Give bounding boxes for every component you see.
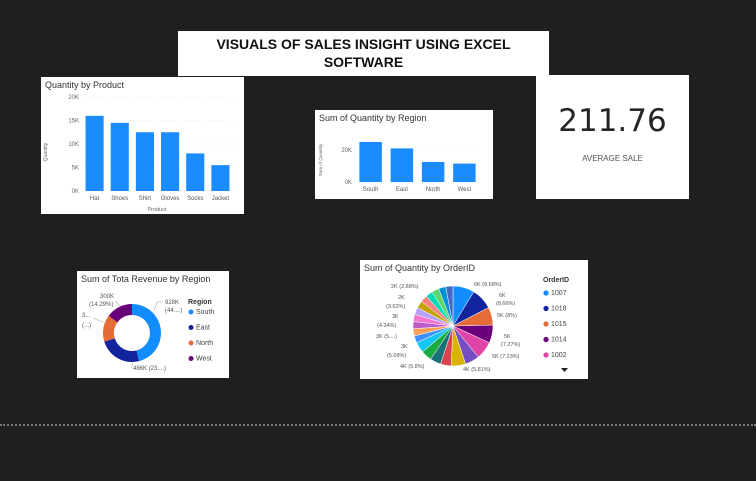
page-title: VISUALS OF SALES INSIGHT USING EXCEL SOF… <box>178 31 549 71</box>
bar-south[interactable] <box>359 142 382 182</box>
legend-item-1002[interactable]: 1002 <box>551 352 567 359</box>
data-label: 6K (8.68%) <box>474 282 502 288</box>
data-label: (44....) <box>165 308 182 314</box>
legend-item-east[interactable]: East <box>196 325 210 332</box>
revenue-by-region-card[interactable]: Sum of Tota Revenue by Region 928K (44..… <box>77 271 229 378</box>
x-tick-label: Shoes <box>111 196 128 202</box>
kpi-label: AVERAGE SALE <box>582 154 643 163</box>
legend-title: Region <box>188 299 212 306</box>
quantity-by-region-chart[interactable]: Sum of Quantity 0K 20K South East North West <box>315 110 493 199</box>
data-label: 2K <box>398 295 405 301</box>
legend-item-1018[interactable]: 1018 <box>551 306 567 313</box>
quantity-by-product-card[interactable]: Quantity by Product Quantity Product 0K 5… <box>41 77 244 214</box>
legend-item-south[interactable]: South <box>196 309 214 316</box>
y-tick-label: 0K <box>72 189 79 195</box>
x-tick-label: Socks <box>187 196 203 202</box>
data-label: (8.66%) <box>496 301 515 307</box>
legend-marker <box>543 336 549 343</box>
quantity-by-product-chart[interactable]: Quantity Product 0K 5K 10K 15K 20K Hat Shoes Sh… <box>41 77 244 214</box>
data-label: (5.09%) <box>387 353 406 359</box>
y-tick-label: 0K <box>345 180 352 186</box>
data-label: 5K <box>504 334 511 340</box>
data-label: 4K (5.8%) <box>400 364 425 370</box>
legend-marker <box>543 290 549 296</box>
bar-socks[interactable] <box>186 153 205 191</box>
legend-marker <box>543 305 549 312</box>
data-label: (14.29%) <box>89 302 113 308</box>
data-label: 3K (5....) <box>376 334 397 340</box>
bar-west[interactable] <box>453 163 476 182</box>
data-label: 928K <box>165 300 179 306</box>
leader-line <box>153 301 163 312</box>
bar-shoes[interactable] <box>110 122 129 191</box>
y-axis-label: Sum of Quantity <box>318 143 323 176</box>
quantity-by-orderid-chart[interactable]: 6K (8.68%) 6K (8.66%) 5K (8%) 5K (7.27%)… <box>360 260 588 379</box>
legend-item-west[interactable]: West <box>196 356 212 363</box>
y-tick-label: 5K <box>72 166 79 172</box>
x-tick-label: North <box>426 187 441 193</box>
data-label: 486K (23....) <box>133 366 166 372</box>
data-label: (3.62%) <box>386 304 405 310</box>
bar-jacket[interactable] <box>211 165 230 191</box>
data-label: 3... <box>82 313 91 319</box>
y-tick-label: 20K <box>341 148 352 154</box>
data-label: (7.27%) <box>501 342 520 348</box>
y-tick-label: 20K <box>68 95 79 101</box>
data-label: 4K (5.81%) <box>463 367 491 373</box>
data-label: 6K <box>499 293 506 299</box>
data-label: 3K <box>392 314 399 320</box>
x-tick-label: West <box>458 187 472 193</box>
kpi-value: 211.76 <box>558 103 667 139</box>
legend-item-1014[interactable]: 1014 <box>551 337 567 344</box>
page-title-line1: VISUALS OF SALES INSIGHT USING EXCEL <box>216 36 511 52</box>
legend-item-north[interactable]: North <box>196 340 213 347</box>
data-label: 3K <box>401 344 408 350</box>
bar-north[interactable] <box>421 162 445 182</box>
x-tick-label: South <box>363 187 379 193</box>
data-label: 2K (2.88%) <box>391 284 419 290</box>
header-box: VISUALS OF SALES INSIGHT USING EXCEL SOF… <box>178 31 549 76</box>
legend-marker <box>188 309 194 315</box>
quantity-by-orderid-card[interactable]: Sum of Quantity by OrderID 6K (8.68%) 6K… <box>360 260 588 379</box>
page-title-line2: SOFTWARE <box>323 54 404 70</box>
y-tick-label: 15K <box>68 119 79 125</box>
y-axis-label: Quantity <box>43 142 49 161</box>
leader-line <box>92 317 104 323</box>
legend-marker <box>543 321 549 327</box>
x-tick-label: Shirt <box>139 196 152 202</box>
legend-marker <box>188 325 194 330</box>
bar-shirt[interactable] <box>135 132 154 191</box>
x-tick-label: Jacket <box>212 196 230 202</box>
legend-scroll-down-icon[interactable] <box>561 368 568 372</box>
x-axis-label: Product <box>148 207 167 213</box>
revenue-by-region-chart[interactable]: 928K (44....) 486K (23....) 300K (14.29%… <box>77 271 229 378</box>
y-tick-label: 10K <box>68 142 79 148</box>
data-label: (4.34%) <box>377 323 396 329</box>
legend-marker <box>188 340 194 346</box>
data-label: 300K <box>100 294 114 300</box>
average-sale-card[interactable]: 211.76 AVERAGE SALE <box>536 75 689 199</box>
bar-hat[interactable] <box>85 115 104 191</box>
x-tick-label: Gloves <box>161 196 180 202</box>
quantity-by-region-card[interactable]: Sum of Quantity by Region Sum of Quantit… <box>315 110 493 199</box>
legend-marker <box>543 352 549 358</box>
leader-line <box>114 300 122 308</box>
data-label: 5K (8%) <box>497 313 517 319</box>
data-label: (...) <box>82 323 91 329</box>
legend-item-1007[interactable]: 1007 <box>551 290 567 297</box>
bar-gloves[interactable] <box>161 132 180 191</box>
legend-item-1015[interactable]: 1015 <box>551 321 567 328</box>
legend-marker <box>188 356 194 361</box>
x-tick-label: Hat <box>90 196 100 202</box>
dotted-divider <box>0 424 756 426</box>
bar-east[interactable] <box>390 148 414 182</box>
x-tick-label: East <box>396 187 408 193</box>
legend-title: OrderID <box>543 277 569 284</box>
data-label: 5K (7.23%) <box>492 354 520 360</box>
donut-slice-east[interactable] <box>104 338 140 362</box>
